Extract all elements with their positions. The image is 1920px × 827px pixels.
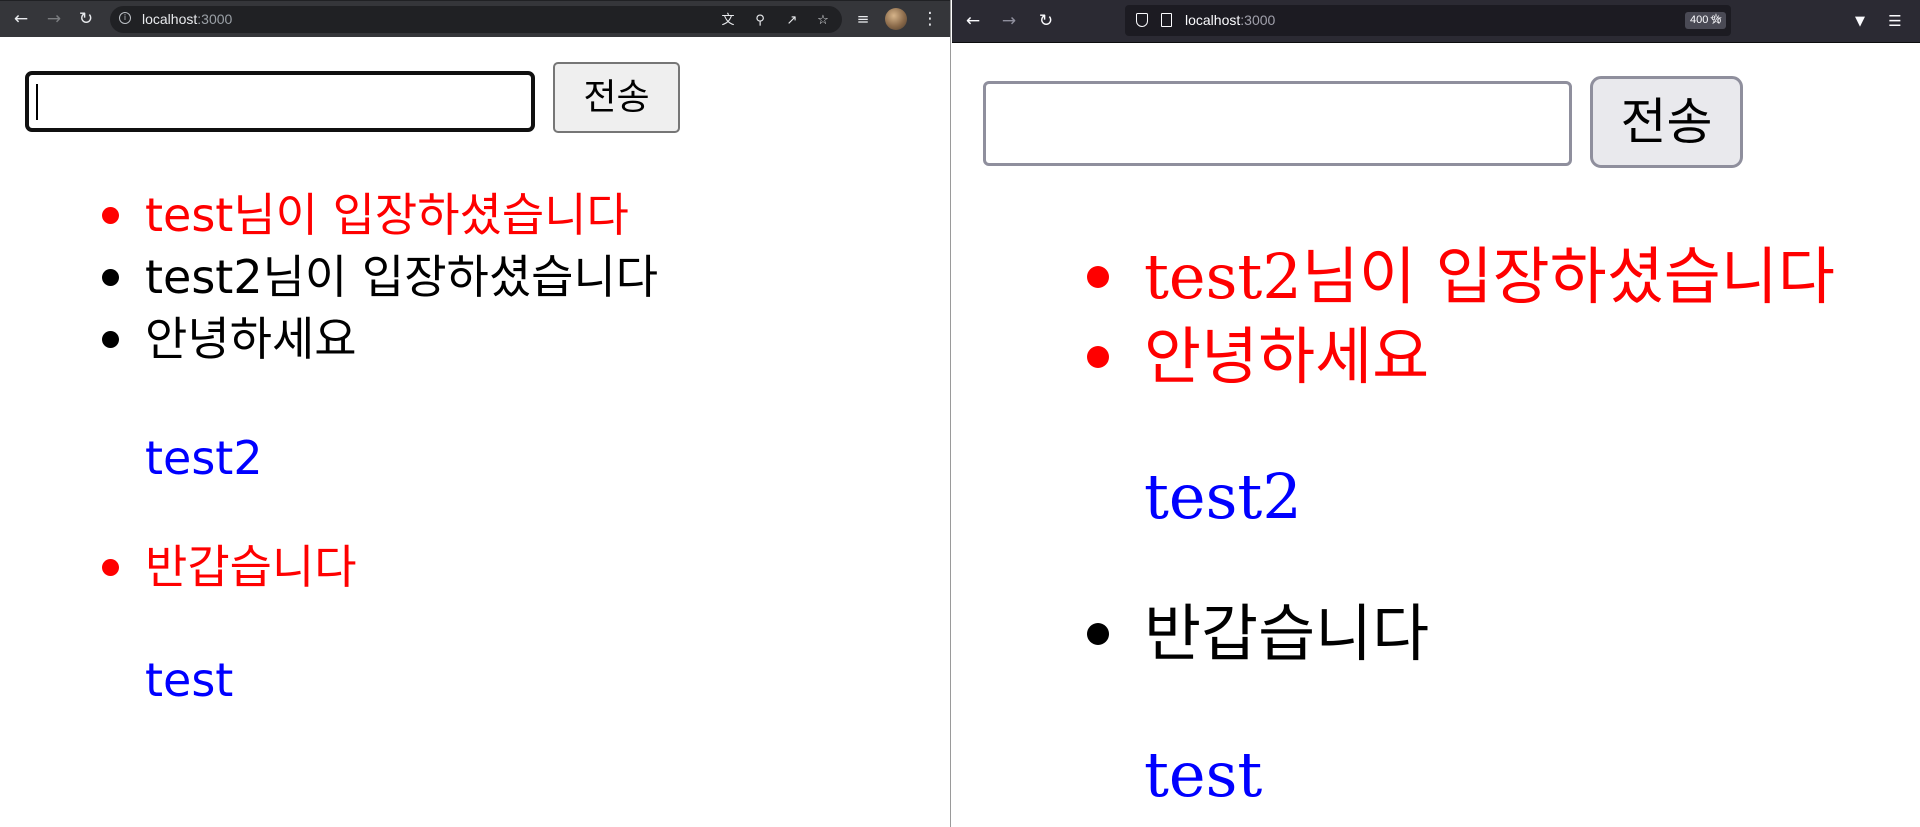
kebab-menu-icon: ⋮ bbox=[921, 8, 939, 29]
zoom-icon[interactable]: ⚲ bbox=[750, 10, 770, 30]
firefox-window: ← → ↻ localhost:3000 400 % ☆ ▼ ☰ 전송 test… bbox=[952, 0, 1920, 827]
reload-icon: ↻ bbox=[1038, 10, 1054, 31]
message-text: test2님이 입장하셨습니다 bbox=[145, 250, 659, 304]
message-text: 반갑습니다 bbox=[145, 540, 357, 594]
message-text: test2님이 입장하셨습니다 bbox=[1144, 240, 1835, 313]
sender-name-text: test2 bbox=[1144, 460, 1302, 533]
reload-icon: ↻ bbox=[78, 8, 94, 29]
bullet-icon bbox=[1087, 346, 1109, 368]
hamburger-menu-icon[interactable]: ☰ bbox=[1884, 10, 1906, 32]
page-icon[interactable] bbox=[1161, 13, 1172, 27]
url-host: localhost bbox=[142, 11, 198, 27]
send-button[interactable]: 전송 bbox=[553, 62, 680, 133]
bullet-icon bbox=[102, 207, 119, 224]
back-button[interactable]: ← bbox=[8, 6, 34, 32]
reload-button[interactable]: ↻ bbox=[1033, 8, 1059, 34]
url-host: localhost bbox=[1185, 12, 1241, 28]
message-input[interactable] bbox=[25, 71, 535, 132]
reading-list-icon: ≡ bbox=[856, 9, 870, 28]
chrome-toolbar: ← → ↻ i localhost:3000 文 ⚲ ↗ ☆ ≡ ⋮ bbox=[0, 0, 950, 37]
info-icon[interactable]: i bbox=[119, 12, 131, 24]
star-icon[interactable]: ☆ bbox=[813, 10, 833, 30]
arrow-right-icon: → bbox=[46, 8, 62, 29]
address-bar[interactable]: i localhost:3000 文 ⚲ ↗ ☆ bbox=[110, 6, 842, 33]
avatar[interactable] bbox=[885, 8, 907, 30]
message-input[interactable] bbox=[983, 81, 1572, 166]
translate-icon[interactable]: 文 bbox=[718, 10, 738, 30]
forward-button[interactable]: → bbox=[41, 6, 67, 32]
url-port: :3000 bbox=[197, 11, 233, 27]
arrow-left-icon: ← bbox=[13, 8, 29, 29]
reload-button[interactable]: ↻ bbox=[73, 6, 99, 32]
bullet-icon bbox=[102, 331, 119, 348]
bullet-icon bbox=[1087, 623, 1109, 645]
message-text: 안녕하세요 bbox=[1144, 320, 1430, 393]
bullet-icon bbox=[102, 559, 119, 576]
sender-name-text: test bbox=[145, 653, 234, 707]
bullet-icon bbox=[1087, 266, 1109, 288]
sender-name-text: test bbox=[1144, 738, 1263, 811]
message-text: 반갑습니다 bbox=[1144, 597, 1430, 670]
message-text: 안녕하세요 bbox=[145, 312, 357, 366]
reading-list-button[interactable]: ≡ bbox=[850, 6, 876, 32]
message-text: test님이 입장하셨습니다 bbox=[145, 188, 629, 242]
sender-name-text: test2 bbox=[145, 431, 263, 485]
chrome-window: ← → ↻ i localhost:3000 文 ⚲ ↗ ☆ ≡ ⋮ 전송 te… bbox=[0, 0, 951, 827]
star-icon[interactable]: ☆ bbox=[1705, 8, 1727, 30]
back-button[interactable]: ← bbox=[960, 8, 986, 34]
text-caret bbox=[36, 84, 38, 120]
url-port: :3000 bbox=[1240, 12, 1276, 28]
url: localhost:3000 bbox=[1185, 12, 1275, 29]
firefox-toolbar: ← → ↻ localhost:3000 400 % ☆ ▼ ☰ bbox=[952, 0, 1920, 43]
share-icon[interactable]: ↗ bbox=[782, 10, 802, 30]
forward-button[interactable]: → bbox=[996, 8, 1022, 34]
send-button[interactable]: 전송 bbox=[1590, 76, 1743, 168]
arrow-left-icon: ← bbox=[965, 10, 981, 31]
bullet-icon bbox=[102, 269, 119, 286]
url: localhost:3000 bbox=[142, 11, 232, 28]
arrow-right-icon: → bbox=[1001, 10, 1017, 31]
pocket-icon[interactable]: ▼ bbox=[1849, 10, 1871, 32]
address-bar[interactable]: localhost:3000 400 % bbox=[1125, 5, 1731, 36]
tracking-protection-icon[interactable] bbox=[1136, 13, 1148, 27]
chrome-menu-button[interactable]: ⋮ bbox=[917, 6, 943, 32]
